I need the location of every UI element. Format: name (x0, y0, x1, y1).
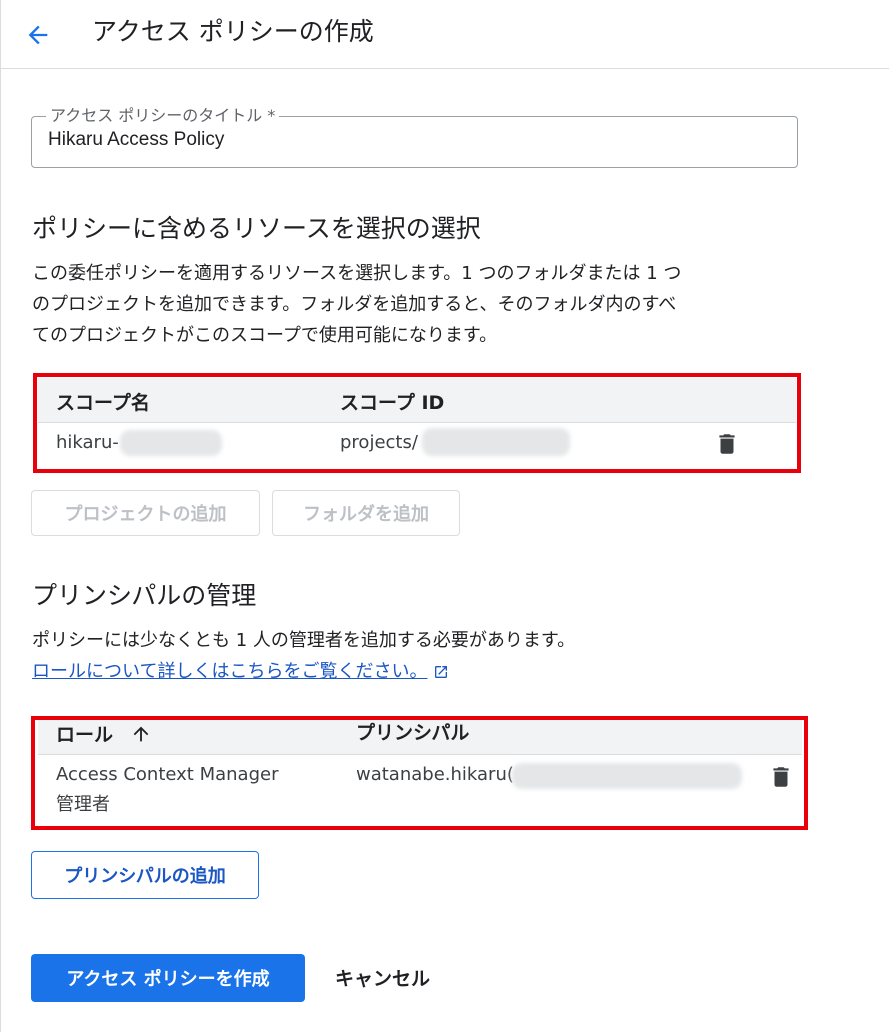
policy-title-label: アクセス ポリシーのタイトル * (46, 106, 280, 126)
policy-title-field[interactable]: アクセス ポリシーのタイトル * (31, 106, 798, 168)
principals-description: ポリシーには少なくとも 1 人の管理者を追加する必要があります。 (32, 630, 576, 651)
resources-description-line: てのプロジェクトがこのスコープで使用可能になります。 (32, 325, 498, 346)
highlight-box (33, 373, 801, 473)
resources-description-line: のプロジェクトを追加できます。フォルダを追加すると、そのフォルダ内のすべ (32, 294, 677, 315)
learn-roles-link[interactable]: ロールについて詳しくはこちらをご覧ください。 (32, 656, 449, 687)
back-button[interactable] (20, 17, 56, 53)
frame-border (0, 0, 1, 1032)
add-folder-button[interactable]: フォルダを追加 (272, 490, 460, 536)
highlight-box (31, 716, 808, 830)
create-policy-button[interactable]: アクセス ポリシーを作成 (31, 954, 305, 1002)
resources-heading: ポリシーに含めるリソースを選択の選択 (32, 214, 481, 243)
policy-title-input[interactable] (48, 129, 768, 151)
resources-description-line: この委任ポリシーを適用するリソースを選択します。1 つのフォルダまたは 1 つ (32, 263, 682, 284)
principals-heading: プリンシパルの管理 (32, 581, 257, 610)
add-project-button[interactable]: プロジェクトの追加 (31, 490, 260, 536)
add-principal-button[interactable]: プリンシパルの追加 (31, 851, 259, 899)
back-arrow-icon (28, 25, 48, 45)
external-link-icon (435, 666, 448, 678)
resources-description: この委任ポリシーを適用するリソースを選択します。1 つのフォルダまたは 1 つ … (32, 258, 792, 351)
page-title: アクセス ポリシーの作成 (92, 17, 374, 46)
cancel-button[interactable]: キャンセル (335, 964, 430, 991)
learn-roles-link-text[interactable]: ロールについて詳しくはこちらをご覧ください。 (32, 661, 427, 682)
page-header: アクセス ポリシーの作成 (0, 0, 889, 69)
